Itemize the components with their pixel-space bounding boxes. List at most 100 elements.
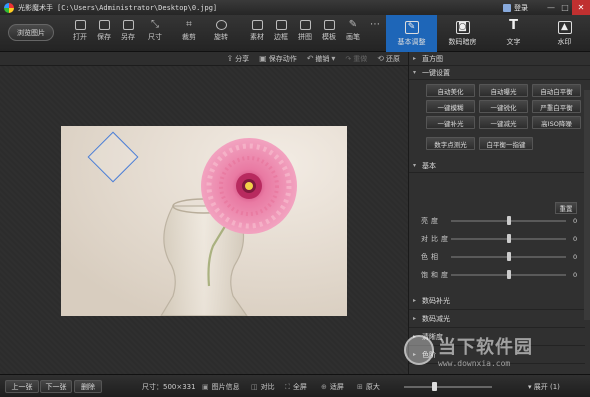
clarity-label: 清晰度: [422, 332, 443, 341]
fill-light-section[interactable]: ▸ 数码补光: [409, 292, 585, 310]
reduce-light-section[interactable]: ▸ 数码减光: [409, 310, 585, 328]
minimize-button[interactable]: —: [544, 0, 558, 15]
prev-image-button[interactable]: 上一张: [5, 380, 39, 393]
login-label: 登录: [514, 3, 528, 12]
hue-slider-thumb[interactable]: [506, 252, 511, 261]
save-button[interactable]: 保存: [91, 20, 117, 42]
restore-button[interactable]: ⟲ 还原: [377, 54, 400, 64]
template-icon: [323, 20, 335, 30]
tab-basic-adjust[interactable]: ✎ 基本调整: [386, 15, 437, 52]
panel-scrollbar[interactable]: [584, 90, 590, 320]
save-action-button[interactable]: ▣ 保存动作: [259, 54, 297, 64]
auto-beautify-button[interactable]: 自动美化: [426, 84, 475, 97]
template-button[interactable]: 模板: [316, 20, 342, 42]
one-click-blur-button[interactable]: 一键模糊: [426, 100, 475, 113]
save-as-label: 另存: [121, 33, 135, 41]
one-click-sharpen-button[interactable]: 一键锐化: [479, 100, 528, 113]
undo-icon: ↶: [306, 54, 314, 63]
open-icon: [74, 20, 86, 30]
edit-icon: ✎: [404, 20, 419, 34]
redo-button[interactable]: ↷ 重做: [345, 54, 367, 64]
fit-screen-icon: ⊕: [321, 383, 327, 391]
basic-section-header[interactable]: ▾ 基本: [409, 159, 590, 173]
collage-button[interactable]: 拼图: [292, 20, 318, 42]
original-size-label: 原大: [365, 383, 380, 391]
histogram-section[interactable]: ▸ 直方图: [409, 52, 590, 66]
zoom-slider[interactable]: [404, 386, 492, 388]
original-size-button[interactable]: ⊞ 原大: [357, 382, 380, 392]
brightness-slider[interactable]: [451, 216, 566, 225]
compare-button[interactable]: ◫ 对比: [251, 382, 275, 392]
crop-label: 裁剪: [182, 33, 196, 41]
contrast-slider-thumb[interactable]: [506, 234, 511, 243]
browse-images-button[interactable]: 浏览图片: [8, 24, 54, 41]
fit-screen-button[interactable]: ⊕ 适屏: [321, 382, 344, 392]
resize-button[interactable]: ⤡ 尺寸: [142, 20, 168, 42]
info-icon: ▣: [202, 383, 209, 391]
material-button[interactable]: 素材: [244, 20, 270, 42]
compare-icon: ◫: [251, 383, 258, 391]
one-click-fill-light-button[interactable]: 一键补光: [426, 116, 475, 129]
hue-slider[interactable]: [451, 252, 566, 261]
saturation-slider-thumb[interactable]: [506, 270, 511, 279]
undo-button[interactable]: ↶ 撤销 ▾: [307, 54, 336, 64]
auto-exposure-button[interactable]: 自动曝光: [479, 84, 528, 97]
reset-button[interactable]: 重置: [555, 202, 577, 214]
undo-dropdown-icon[interactable]: ▾: [331, 54, 335, 63]
contrast-slider-row: 对比度 0: [421, 234, 581, 244]
open-button[interactable]: 打开: [67, 20, 93, 42]
tab-digital-darkroom-label: 数码暗房: [448, 37, 477, 46]
basic-title: 基本: [422, 161, 436, 170]
material-label: 素材: [250, 33, 264, 41]
next-image-button[interactable]: 下一张: [40, 380, 72, 393]
levels-section[interactable]: ▸ 色阶: [409, 346, 585, 364]
tab-text[interactable]: T 文字: [488, 15, 539, 52]
tab-watermark[interactable]: ▲ 水印: [539, 15, 590, 52]
contrast-slider[interactable]: [451, 234, 566, 243]
collapse-arrow-icon: ▸: [413, 351, 417, 358]
levels-label: 色阶: [422, 350, 436, 359]
rotate-button[interactable]: 旋转: [208, 20, 234, 42]
image-info-button[interactable]: ▣ 图片信息: [202, 382, 240, 392]
tab-text-label: 文字: [506, 37, 521, 46]
oneclick-title: 一键设置: [422, 68, 450, 77]
camera-icon: ◙: [455, 20, 470, 34]
one-click-reduce-light-button[interactable]: 一键减光: [479, 116, 528, 129]
white-balance-picker-button[interactable]: 白平衡一指键: [479, 137, 533, 150]
reduce-light-label: 数码减光: [422, 314, 450, 323]
login-button[interactable]: 登录: [503, 3, 528, 13]
maximize-button[interactable]: □: [558, 0, 572, 15]
border-button[interactable]: 边框: [268, 20, 294, 42]
more-button[interactable]: ⋯: [362, 20, 388, 32]
collapse-arrow-icon: ▸: [413, 333, 417, 340]
share-button[interactable]: ⇪ 分享: [226, 54, 249, 64]
clarity-section[interactable]: ▸ 清晰度: [409, 328, 585, 346]
fill-light-label: 数码补光: [422, 296, 450, 305]
adjust-panel: ▸ 直方图 ▾ 一键设置 自动美化 自动曝光 自动白平衡 一键模糊 一键锐化 严重白…: [408, 52, 590, 374]
saturation-slider[interactable]: [451, 270, 566, 279]
histogram-label: 直方图: [422, 54, 443, 63]
spot-metering-button[interactable]: 数字点测光: [426, 137, 475, 150]
high-iso-denoise-button[interactable]: 高ISO降噪: [532, 116, 581, 129]
fullscreen-button[interactable]: ⛶ 全屏: [285, 382, 307, 392]
expand-arrow-icon: ▾: [413, 162, 417, 169]
strict-white-balance-button[interactable]: 严重白平衡: [532, 100, 581, 113]
brush-label: 画笔: [346, 33, 360, 41]
save-as-icon: [122, 20, 134, 30]
auto-white-balance-button[interactable]: 自动白平衡: [532, 84, 581, 97]
image-canvas[interactable]: [0, 66, 408, 374]
delete-image-button[interactable]: 删除: [74, 380, 102, 393]
zoom-slider-thumb[interactable]: [432, 382, 437, 391]
saturation-value: 0: [573, 271, 578, 279]
open-label: 打开: [73, 33, 87, 41]
undo-label: 撤销: [315, 54, 330, 63]
save-as-button[interactable]: 另存: [115, 20, 141, 42]
oneclick-section-header[interactable]: ▾ 一键设置: [409, 66, 590, 80]
close-button[interactable]: ✕: [572, 0, 590, 15]
tab-digital-darkroom[interactable]: ◙ 数码暗房: [437, 15, 488, 52]
watermark-icon: ▲: [557, 20, 572, 34]
crop-button[interactable]: ⌗ 裁剪: [176, 20, 202, 42]
expand-button[interactable]: ▾ 展开 (1): [528, 382, 560, 392]
file-path: [C:\Users\Administrator\Desktop\0.jpg]: [57, 3, 218, 12]
brightness-slider-thumb[interactable]: [506, 216, 511, 225]
